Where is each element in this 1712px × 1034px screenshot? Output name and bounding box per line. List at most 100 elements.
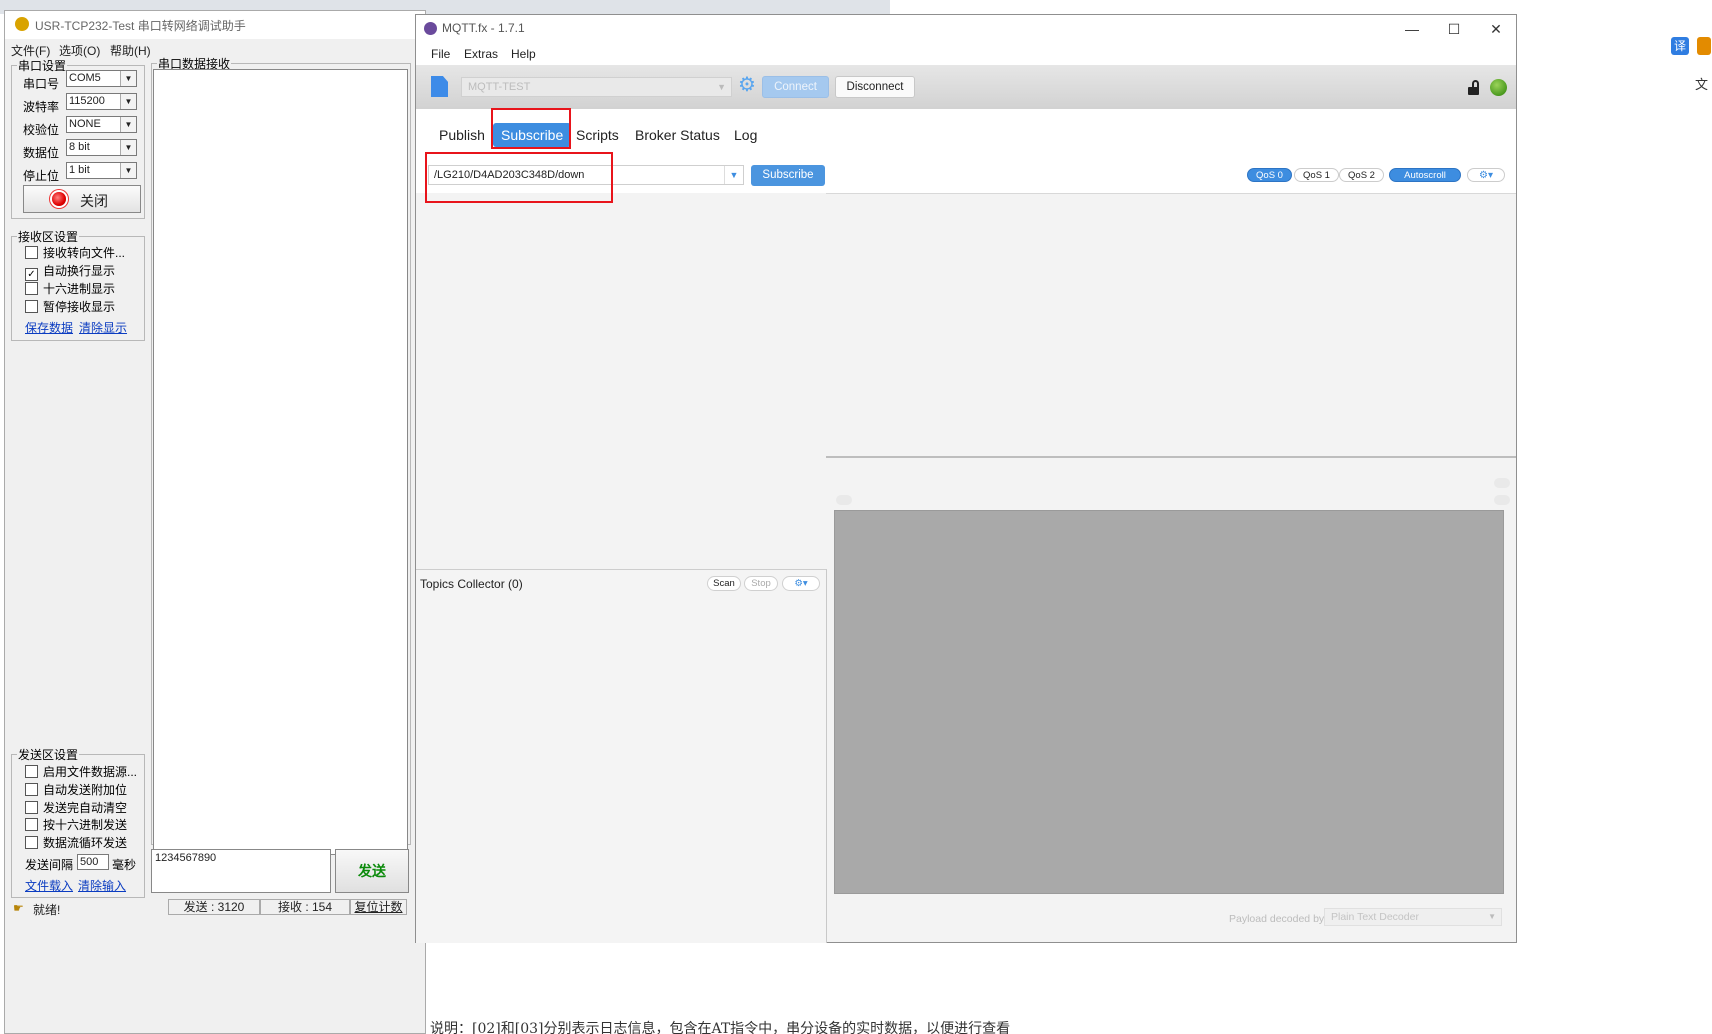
parity-label: 校验位 <box>23 123 60 137</box>
auto-clear-checkbox[interactable]: 发送完自动清空 <box>25 799 127 816</box>
usr-tcp232-window: USR-TCP232-Test 串口转网络调试助手 文件(F) 选项(O) 帮助… <box>4 10 426 1034</box>
profile-value: MQTT-TEST <box>468 81 531 93</box>
stopbits-select[interactable]: 1 bit ▼ <box>66 162 137 179</box>
file-source-checkbox[interactable]: 启用文件数据源... <box>25 763 137 780</box>
gear-icon[interactable]: ⚙ <box>738 75 758 95</box>
serial-settings-legend: 串口设置 <box>18 59 67 73</box>
chevron-down-icon[interactable]: ▼ <box>120 94 136 109</box>
decoder-value: Plain Text Decoder <box>1331 911 1419 923</box>
checkbox-label: 按十六进制发送 <box>43 818 128 832</box>
menu-extras[interactable]: Extras <box>464 47 498 61</box>
pause-display-checkbox[interactable]: 暂停接收显示 <box>25 298 115 315</box>
background-right-edge: 译 文 <box>1657 30 1712 1034</box>
checkbox-box[interactable] <box>25 246 38 259</box>
checkbox-label: 接收转向文件... <box>43 246 126 260</box>
baud-select[interactable]: 115200 ▼ <box>66 93 137 110</box>
hex-display-checkbox[interactable]: 十六进制显示 <box>25 280 115 297</box>
connect-button[interactable]: Connect <box>762 76 829 98</box>
interval-label: 发送间隔 <box>25 858 74 872</box>
auto-wrap-checkbox[interactable]: ✓ 自动换行显示 <box>25 262 115 281</box>
qos1-toggle[interactable]: QoS 1 <box>1294 168 1339 182</box>
checkbox-box[interactable] <box>25 836 38 849</box>
send-button[interactable]: 发送 <box>335 849 409 893</box>
checkbox-box[interactable] <box>25 801 38 814</box>
chevron-down-icon[interactable]: ▼ <box>120 140 136 155</box>
parity-select[interactable]: NONE ▼ <box>66 116 137 133</box>
checkbox-label: 自动换行显示 <box>43 264 116 278</box>
mqttfx-window: MQTT.fx - 1.7.1 — ☐ ✕ File Extras Help M… <box>415 14 1517 943</box>
parity-value: NONE <box>69 118 101 130</box>
loop-send-checkbox[interactable]: 数据流循环发送 <box>25 834 127 851</box>
ghost-control <box>1494 478 1510 488</box>
close-port-button[interactable]: 关闭 <box>23 185 141 213</box>
minimize-icon[interactable]: — <box>1392 18 1432 40</box>
tab-publish[interactable]: Publish <box>439 123 485 147</box>
checkbox-box[interactable] <box>25 300 38 313</box>
stopbits-label: 停止位 <box>23 169 60 183</box>
baud-label: 波特率 <box>23 100 60 114</box>
document-icon[interactable] <box>431 76 448 97</box>
autoscroll-toggle[interactable]: Autoscroll <box>1389 168 1461 182</box>
baud-value: 115200 <box>69 95 105 107</box>
recv-to-file-checkbox[interactable]: 接收转向文件... <box>25 244 125 261</box>
hex-send-checkbox[interactable]: 按十六进制发送 <box>25 816 127 833</box>
tab-broker-status[interactable]: Broker Status <box>635 123 720 147</box>
status-lamp-icon <box>52 192 66 206</box>
checkbox-box[interactable] <box>25 783 38 796</box>
ready-icon: ☛ <box>13 901 24 915</box>
chevron-down-icon[interactable]: ▼ <box>120 163 136 178</box>
maximize-icon[interactable]: ☐ <box>1434 18 1474 40</box>
scan-button[interactable]: Scan <box>707 576 741 591</box>
close-icon[interactable]: ✕ <box>1476 18 1516 40</box>
chevron-down-icon[interactable]: ▼ <box>724 166 743 184</box>
topic-input[interactable]: /LG210/D4AD203C348D/down ▼ <box>428 165 744 185</box>
usr-title-bar: USR-TCP232-Test 串口转网络调试助手 <box>5 11 425 39</box>
subscribe-button[interactable]: Subscribe <box>751 165 825 186</box>
mqttfx-app-icon <box>424 22 437 35</box>
qos2-toggle[interactable]: QoS 2 <box>1339 168 1384 182</box>
disconnect-button[interactable]: Disconnect <box>835 76 915 98</box>
clear-display-link[interactable]: 清除显示 <box>79 319 127 336</box>
port-label: 串口号 <box>23 77 60 91</box>
chevron-down-icon[interactable]: ▼ <box>120 117 136 132</box>
stop-button[interactable]: Stop <box>744 576 778 591</box>
extension-icon[interactable] <box>1697 37 1711 55</box>
collector-gear-icon[interactable]: ⚙▾ <box>782 576 820 591</box>
send-settings-legend: 发送区设置 <box>18 748 79 762</box>
messages-list <box>826 193 1516 456</box>
translate-icon[interactable]: 译 <box>1671 37 1689 55</box>
usr-app-icon <box>15 17 29 31</box>
clear-input-link[interactable]: 清除输入 <box>78 877 126 894</box>
menu-help[interactable]: Help <box>511 47 536 61</box>
tab-subscribe[interactable]: Subscribe <box>493 123 572 147</box>
reset-count-button[interactable]: 复位计数 <box>350 899 407 915</box>
checkbox-box[interactable] <box>25 282 38 295</box>
menu-file[interactable]: File <box>431 47 450 61</box>
connection-profile-select[interactable]: MQTT-TEST ▼ <box>461 77 732 97</box>
interval-input[interactable]: 500 <box>77 854 109 870</box>
databits-select[interactable]: 8 bit ▼ <box>66 139 137 156</box>
chevron-down-icon[interactable]: ▼ <box>1488 909 1496 925</box>
receive-settings-legend: 接收区设置 <box>18 230 79 244</box>
tab-log[interactable]: Log <box>734 123 757 147</box>
subscribe-bar: /LG210/D4AD203C348D/down ▼ Subscribe QoS … <box>416 157 1516 193</box>
qos0-toggle[interactable]: QoS 0 <box>1247 168 1292 182</box>
chevron-down-icon[interactable]: ▼ <box>120 71 136 86</box>
load-file-link[interactable]: 文件载入 <box>25 877 73 894</box>
decoder-select[interactable]: Plain Text Decoder ▼ <box>1324 908 1502 926</box>
tab-scripts[interactable]: Scripts <box>576 123 619 147</box>
stopbits-value: 1 bit <box>69 164 90 176</box>
checkbox-label: 启用文件数据源... <box>43 765 138 779</box>
port-select[interactable]: COM5 ▼ <box>66 70 137 87</box>
interval-unit: 毫秒 <box>112 858 137 872</box>
checkbox-box[interactable] <box>25 818 38 831</box>
right-edge-text: 文 <box>1695 77 1709 92</box>
send-textarea[interactable]: 1234567890 <box>151 849 331 893</box>
checkbox-box[interactable] <box>25 765 38 778</box>
save-data-link[interactable]: 保存数据 <box>25 319 73 336</box>
append-bits-checkbox[interactable]: 自动发送附加位 <box>25 781 127 798</box>
settings-gear-icon[interactable]: ⚙▾ <box>1467 168 1505 182</box>
chevron-down-icon[interactable]: ▼ <box>717 78 726 96</box>
unlock-icon <box>1468 80 1481 95</box>
receive-textarea[interactable] <box>153 69 408 855</box>
